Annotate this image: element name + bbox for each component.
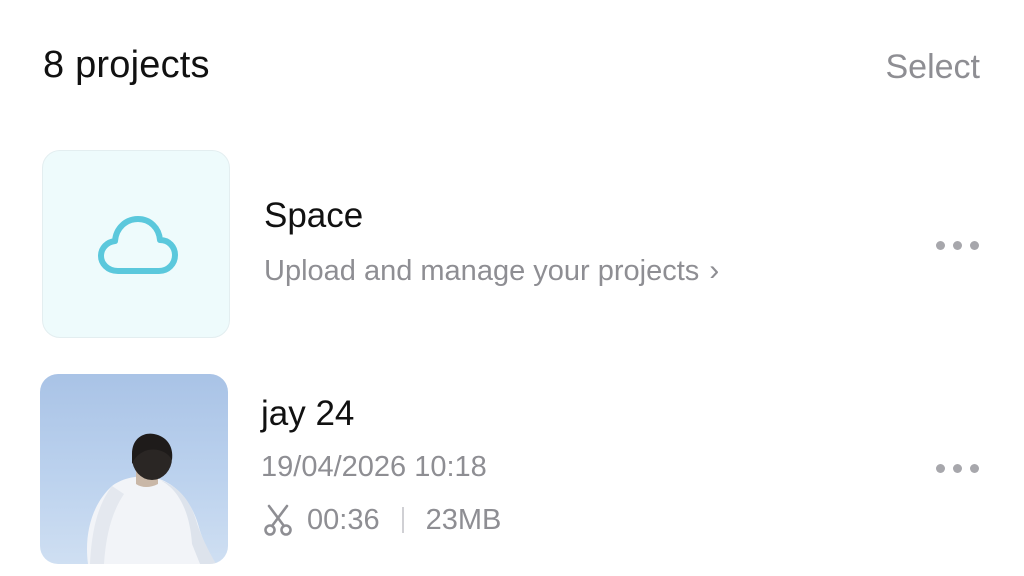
space-title: Space [264, 196, 364, 235]
project-more-button[interactable] [936, 461, 980, 475]
project-size: 23MB [425, 503, 502, 536]
project-title: jay 24 [261, 394, 355, 433]
more-dot [970, 241, 979, 250]
more-dot [953, 464, 962, 473]
person-photo [87, 433, 216, 564]
more-dot [953, 241, 962, 250]
select-button[interactable]: Select [886, 48, 981, 87]
projects-screen: 8 projects Select Space Upload and manag… [0, 0, 1024, 576]
space-subtitle: Upload and manage your projects [264, 255, 700, 287]
more-dot [970, 464, 979, 473]
cloud-icon [98, 216, 178, 274]
meta-divider [401, 507, 404, 533]
space-more-button[interactable] [936, 238, 980, 252]
page-title: 8 projects [43, 44, 210, 86]
project-duration: 00:36 [307, 503, 380, 536]
project-meta: 00:36 23MB [263, 500, 501, 540]
more-dot [936, 464, 945, 473]
scissors-icon [264, 504, 292, 536]
chevron-right-icon: › [709, 254, 720, 287]
space-subtitle-link[interactable]: Upload and manage your projects › [264, 254, 719, 288]
project-thumbnail[interactable] [40, 374, 228, 564]
space-thumbnail[interactable] [42, 150, 230, 338]
more-dot [936, 241, 945, 250]
project-date: 19/04/2026 10:18 [261, 451, 487, 483]
